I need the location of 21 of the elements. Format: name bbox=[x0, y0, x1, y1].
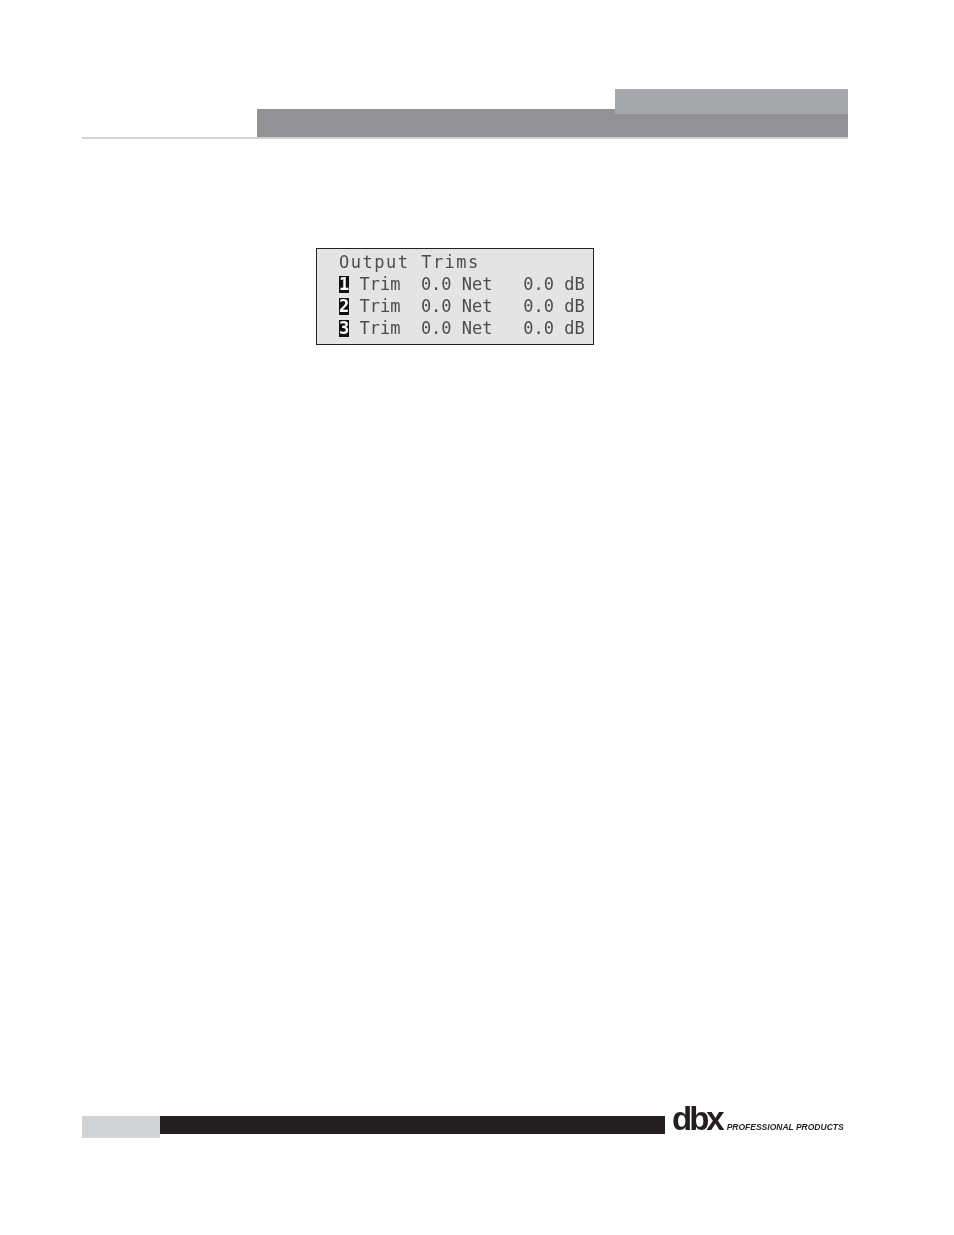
net-value: 0.0 bbox=[523, 273, 554, 295]
net-label: Net bbox=[461, 273, 493, 295]
net-label: Net bbox=[461, 295, 493, 317]
trim-label: Trim bbox=[359, 273, 401, 295]
net-label: Net bbox=[461, 317, 493, 339]
logo-tagline: PROFESSIONAL PRODUCTS bbox=[726, 1122, 844, 1132]
net-value: 0.0 bbox=[523, 295, 554, 317]
logo-text: dbx bbox=[672, 1102, 722, 1135]
channel-number: 1 bbox=[339, 275, 350, 293]
trim-value: 0.0 bbox=[420, 273, 452, 295]
channel-number: 3 bbox=[339, 319, 350, 337]
unit-label: dB bbox=[564, 295, 585, 317]
trim-label: Trim bbox=[359, 317, 401, 339]
trim-label: Trim bbox=[359, 295, 401, 317]
trim-value: 0.0 bbox=[420, 317, 452, 339]
net-value: 0.0 bbox=[523, 317, 554, 339]
unit-label: dB bbox=[564, 273, 585, 295]
lcd-title: Output Trims bbox=[339, 251, 480, 273]
trim-value: 0.0 bbox=[420, 295, 452, 317]
unit-label: dB bbox=[564, 317, 585, 339]
channel-number: 2 bbox=[339, 297, 350, 315]
